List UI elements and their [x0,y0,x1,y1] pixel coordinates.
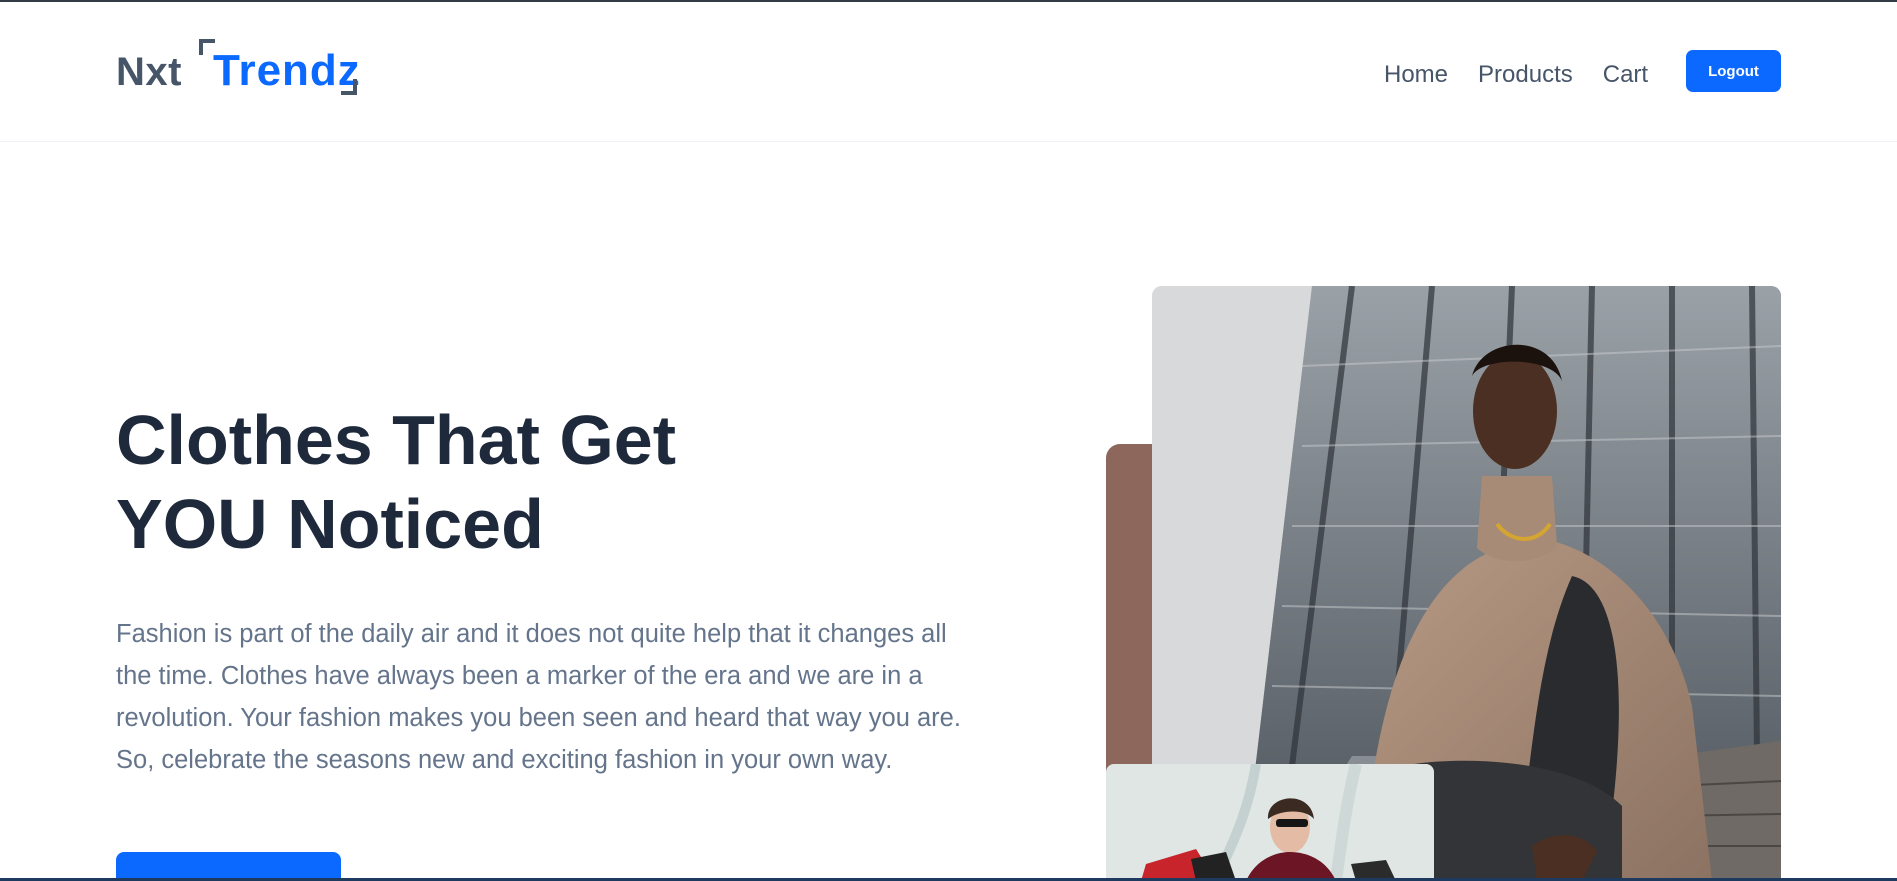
navbar: Nxt Trendz Home Products Cart Logout [0,2,1897,142]
nav-links: Home Products Cart [1384,59,1678,91]
logo-bracket-bottom-right [341,79,357,95]
logo-text-trendz: Trendz [213,46,361,95]
hero-title: Clothes That Get YOU Noticed [116,401,677,563]
logo-text-nxt: Nxt [116,50,182,94]
hero-description: Fashion is part of the daily air and it … [116,620,961,774]
logout-button[interactable]: Logout [1686,50,1781,92]
shop-now-button[interactable]: Shop Now [116,852,341,881]
nav-link-cart[interactable]: Cart [1603,59,1648,91]
nav-link-products[interactable]: Products [1478,59,1573,91]
brand-logo[interactable]: Nxt Trendz [116,39,376,101]
secondary-image-woman-with-shopping-bags [1106,764,1434,881]
nav-link-home[interactable]: Home [1384,59,1448,91]
